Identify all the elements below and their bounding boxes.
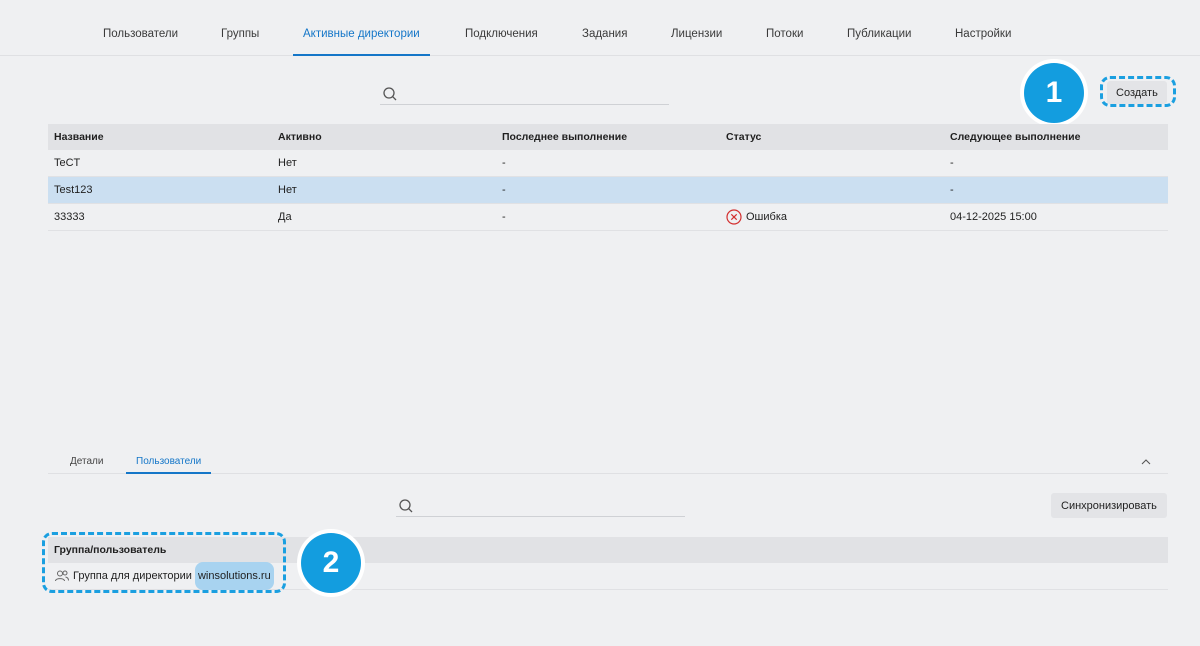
column-header-last-run[interactable]: Последнее выполнение [502,124,627,150]
cell-name: Test123 [54,184,93,196]
column-header-next-run[interactable]: Следующее выполнение [950,124,1080,150]
tab-streams[interactable]: Потоки [756,28,813,56]
error-icon [726,209,742,225]
directory-search [380,83,669,105]
sync-button[interactable]: Синхронизировать [1051,493,1167,518]
cell-last-run: - [502,184,506,196]
tab-settings[interactable]: Настройки [945,28,1021,56]
highlight-group-entry [42,532,286,593]
chevron-up-icon[interactable] [1140,456,1152,468]
cell-name: TeCT [54,157,81,169]
tab-connections[interactable]: Подключения [455,28,548,56]
cell-name: 33333 [54,211,85,223]
tab-active-directories[interactable]: Активные директории [293,28,430,56]
highlight-create-button [1100,76,1176,107]
tab-details-users[interactable]: Пользователи [126,456,212,474]
cell-active: Нет [278,157,297,169]
cell-active: Нет [278,184,297,196]
tab-details[interactable]: Детали [60,456,113,474]
table-row[interactable]: TeCT Нет - - [48,150,1168,177]
top-navigation: Пользователи Группы Активные директории … [0,0,1200,56]
cell-last-run: - [502,157,506,169]
tab-tasks[interactable]: Задания [572,28,637,56]
search-input[interactable] [404,85,669,103]
annotation-badge-1: 1 [1024,63,1084,123]
table-row-selected[interactable]: Test123 Нет - - [48,177,1168,204]
tab-users[interactable]: Пользователи [93,28,188,56]
users-search-input[interactable] [420,497,685,515]
tab-publications[interactable]: Публикации [837,28,921,56]
directories-table: Название Активно Последнее выполнение Ст… [48,124,1168,231]
cell-next-run: - [950,157,954,169]
search-icon [398,498,414,514]
cell-next-run: - [950,184,954,196]
status-error: Ошибка [726,204,787,230]
column-header-status[interactable]: Статус [726,124,761,150]
status-text: Ошибка [746,211,787,223]
users-search [396,495,685,517]
cell-next-run: 04-12-2025 15:00 [950,211,1037,223]
column-header-name[interactable]: Название [54,124,104,150]
cell-last-run: - [502,211,506,223]
table-header: Название Активно Последнее выполнение Ст… [48,124,1168,150]
details-tabs: Детали Пользователи [48,450,1168,474]
tab-groups[interactable]: Группы [211,28,269,56]
search-icon [382,86,398,102]
table-row[interactable]: 33333 Да - Ошибка 04-12-2025 15:00 [48,204,1168,231]
column-header-active[interactable]: Активно [278,124,322,150]
cell-status: Ошибка [726,204,787,230]
annotation-badge-2: 2 [301,533,361,593]
tab-licenses[interactable]: Лицензии [661,28,732,56]
cell-active: Да [278,211,292,223]
